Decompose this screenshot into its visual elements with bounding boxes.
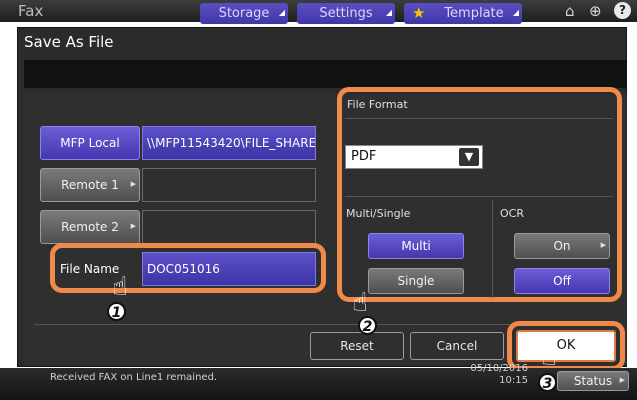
storage-button[interactable]: Storage ◢: [200, 3, 288, 24]
status-message: Received FAX on Line1 remained.: [50, 372, 218, 383]
caret-icon: ◢: [385, 8, 392, 17]
dialog-info-strip: [24, 60, 627, 88]
arrow-icon: ▶: [600, 241, 606, 249]
star-icon: ★: [412, 4, 426, 22]
home-icon[interactable]: ⌂: [565, 2, 575, 20]
caret-icon: ◢: [278, 8, 285, 17]
help-icon[interactable]: ?: [614, 2, 631, 19]
file-format-label: File Format: [347, 98, 408, 111]
dialog-title: Save As File: [24, 33, 114, 51]
divider: [492, 200, 493, 298]
step-badge: 2: [358, 316, 377, 335]
file-name-label: File Name: [60, 262, 120, 276]
divider: [345, 118, 613, 119]
step-badge: 1: [107, 302, 126, 321]
remote2-path-field: [142, 210, 316, 244]
file-format-select[interactable]: PDF ▼: [345, 145, 483, 169]
remote1-label: Remote 1: [61, 178, 119, 192]
globe-icon[interactable]: ⊕: [589, 2, 602, 20]
ocr-on-label: On: [553, 239, 571, 253]
date-time: 05/10/2016 10:15: [458, 363, 528, 387]
single-button[interactable]: Single: [368, 268, 464, 294]
ok-button[interactable]: OK: [516, 330, 616, 362]
template-label: Template: [444, 6, 504, 21]
mfp-path-field: \\MFP11543420\FILE_SHARE: [142, 126, 316, 160]
file-format-value: PDF: [351, 149, 377, 164]
file-name-field[interactable]: DOC051016: [142, 252, 316, 286]
ocr-label: OCR: [500, 207, 524, 220]
status-label: Status: [573, 374, 613, 388]
caret-icon: ◢: [512, 8, 519, 17]
step-badge: 3: [538, 373, 557, 392]
settings-button[interactable]: Settings ◢: [297, 3, 395, 24]
cancel-button[interactable]: Cancel: [410, 332, 504, 360]
remote2-label: Remote 2: [61, 220, 119, 234]
ocr-on-button[interactable]: On ▶: [514, 233, 610, 259]
arrow-icon: ▶: [130, 180, 136, 188]
remote1-button[interactable]: Remote 1 ▶: [40, 168, 140, 202]
chevron-down-icon: ▼: [459, 148, 479, 166]
arrow-icon: ▶: [130, 222, 136, 230]
settings-label: Settings: [319, 6, 373, 21]
storage-label: Storage: [218, 6, 270, 21]
date-text: 05/10/2016: [470, 363, 528, 374]
multi-button[interactable]: Multi: [368, 233, 464, 259]
time-text: 10:15: [499, 375, 528, 386]
remote1-path-field: [142, 168, 316, 202]
multi-single-label: Multi/Single: [346, 207, 411, 220]
template-button[interactable]: ★ Template ◢: [404, 3, 522, 24]
remote2-button[interactable]: Remote 2 ▶: [40, 210, 140, 244]
pointing-hand-icon: ☝: [112, 272, 128, 302]
pointing-hand-icon: ☝: [352, 288, 368, 318]
status-button[interactable]: Status ▶: [557, 371, 629, 391]
divider: [345, 196, 613, 197]
arrow-icon: ▶: [619, 376, 625, 384]
app-title: Fax: [18, 2, 44, 20]
mfp-local-button[interactable]: MFP Local: [40, 126, 140, 160]
pointing-hand-icon: ☝: [541, 342, 557, 372]
reset-button[interactable]: Reset: [310, 332, 404, 360]
ocr-off-button[interactable]: Off: [514, 268, 610, 294]
